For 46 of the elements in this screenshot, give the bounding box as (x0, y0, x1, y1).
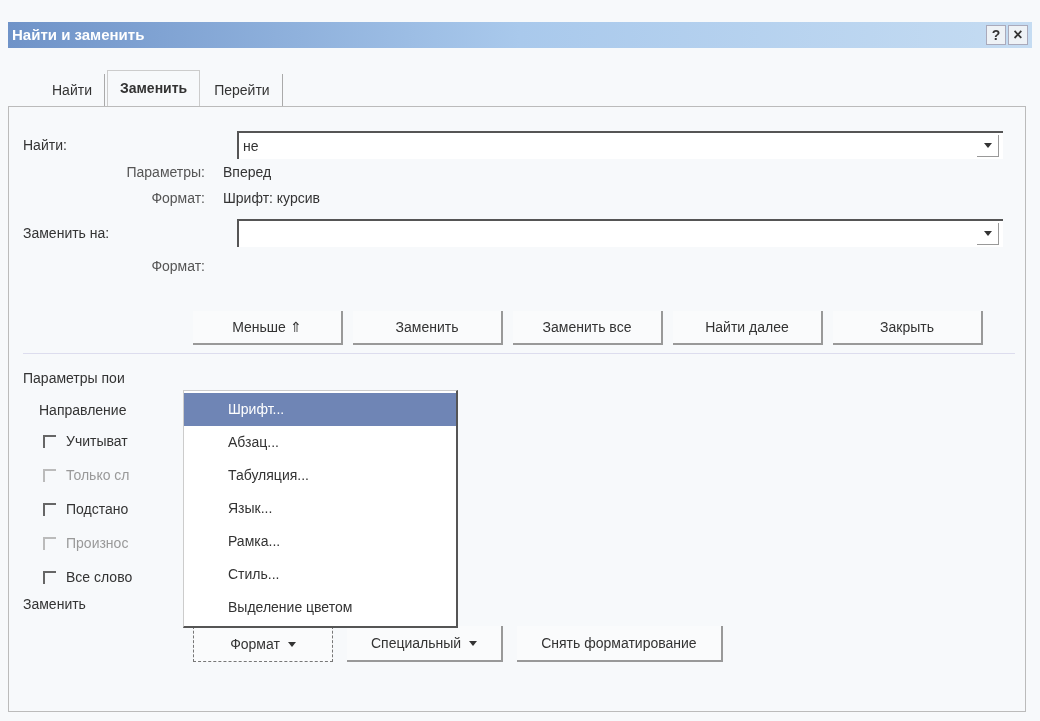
menu-item[interactable]: Шрифт... (184, 393, 456, 426)
dialog-button[interactable]: Заменить все (513, 311, 663, 345)
field-label: Найти: (23, 135, 68, 155)
format-button[interactable]: Формат (193, 626, 333, 662)
tab[interactable]: Найти (40, 74, 105, 106)
window-title: Найти и заменить (12, 24, 145, 45)
menu-item[interactable]: Выделение цветом (184, 591, 456, 624)
section-title: Заменить (23, 595, 86, 614)
checkbox-label: Все слово (66, 567, 133, 587)
info-label: Формат: (150, 256, 206, 276)
combo-box[interactable] (237, 219, 1003, 247)
checkbox-label: Подстано (66, 499, 129, 519)
format-button[interactable]: Снять форматирование (517, 626, 723, 662)
dialog-button[interactable]: Найти далее (673, 311, 823, 345)
menu-item[interactable]: Язык... (184, 492, 456, 525)
info-value: Шрифт: курсив (223, 188, 320, 208)
field-label: Заменить на: (23, 223, 111, 243)
tab[interactable]: Перейти (202, 74, 283, 106)
section-title: Параметры пои (23, 369, 125, 388)
checkbox[interactable] (43, 502, 56, 516)
checkbox-label: Только сл (66, 465, 130, 485)
caret-icon (983, 231, 992, 236)
combo-box[interactable]: не (237, 131, 1003, 159)
menu-item[interactable]: Рамка... (184, 525, 456, 558)
dialog-button[interactable]: Меньше ⇑ (193, 311, 343, 345)
menu-item[interactable]: Табуляция... (184, 459, 456, 492)
close-button[interactable]: × (1008, 25, 1028, 45)
help-button[interactable]: ? (986, 25, 1006, 45)
dropdown-button[interactable] (977, 135, 999, 157)
checkbox-label: Произнос (66, 533, 129, 553)
info-label: Формат: (150, 188, 206, 208)
caret-icon (983, 143, 992, 148)
tab[interactable]: Заменить (106, 70, 201, 106)
checkbox[interactable] (43, 434, 56, 448)
dropdown-button[interactable] (977, 223, 999, 245)
dialog-button[interactable]: Заменить (353, 311, 503, 345)
field-value: не (243, 136, 259, 156)
dialog-button[interactable]: Закрыть (833, 311, 983, 345)
menu-item[interactable]: Стиль... (184, 558, 456, 591)
checkbox[interactable] (43, 570, 56, 584)
checkbox-label: Учитыват (66, 431, 128, 451)
info-value: Вперед (223, 162, 272, 182)
menu-item[interactable]: Абзац... (184, 426, 456, 459)
format-button[interactable]: Специальный (347, 626, 504, 662)
info-label: Параметры: (125, 162, 206, 182)
direction-label: Направление (39, 401, 127, 420)
